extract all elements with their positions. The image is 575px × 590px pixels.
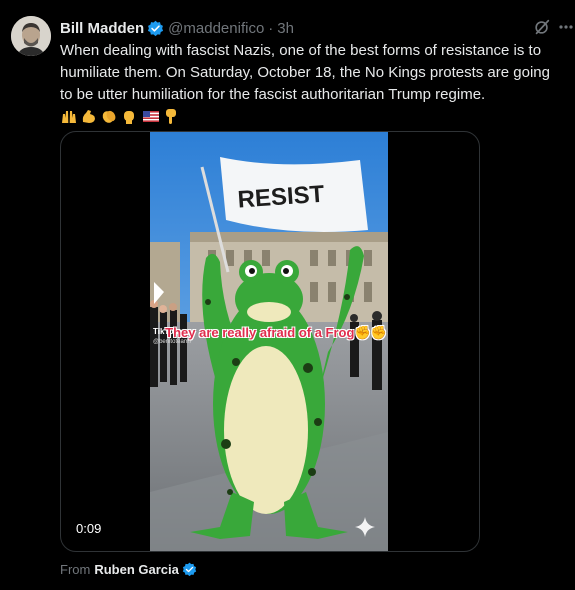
post-text: When dealing with fascist Nazis, one of … [60, 42, 550, 103]
post-timestamp[interactable]: 3h [277, 20, 294, 37]
verified-badge-icon[interactable] [147, 20, 164, 37]
source-verified-badge-icon [182, 562, 197, 576]
display-name[interactable]: Bill Madden [60, 20, 144, 37]
source-author-link[interactable]: Ruben Garcia [94, 562, 179, 577]
more-icon[interactable] [558, 18, 574, 36]
emoji-row [60, 107, 180, 129]
raised-fist-emoji [124, 111, 134, 124]
from-label: From [60, 561, 91, 577]
clapping-hands-emoji [102, 110, 116, 123]
avatar-image [11, 16, 51, 56]
video-player[interactable]: RESIST TikTok @benitoteam7 They are real… [60, 131, 480, 552]
video-duration: 0:09 [76, 521, 102, 536]
video-caption: They are really afraid of a Frog✊✊ [165, 325, 387, 340]
raising-hands-emoji [62, 111, 76, 123]
grok-icon[interactable] [533, 18, 551, 36]
us-flag-emoji [143, 111, 159, 122]
post-header: Bill Madden @maddenifico · 3h [60, 18, 294, 38]
avatar[interactable] [11, 16, 51, 56]
separator-dot: · [268, 19, 274, 37]
tweet[interactable]: Bill Madden @maddenifico · 3h When deali… [0, 0, 575, 590]
user-handle[interactable]: @maddenifico [168, 20, 264, 37]
flexed-biceps-emoji [82, 110, 95, 123]
source-attribution: From Ruben Garcia [60, 560, 197, 578]
post-body: When dealing with fascist Nazis, one of … [60, 40, 566, 129]
backhand-index-pointing-down-emoji [166, 109, 176, 124]
sparkle-icon[interactable] [354, 516, 376, 538]
